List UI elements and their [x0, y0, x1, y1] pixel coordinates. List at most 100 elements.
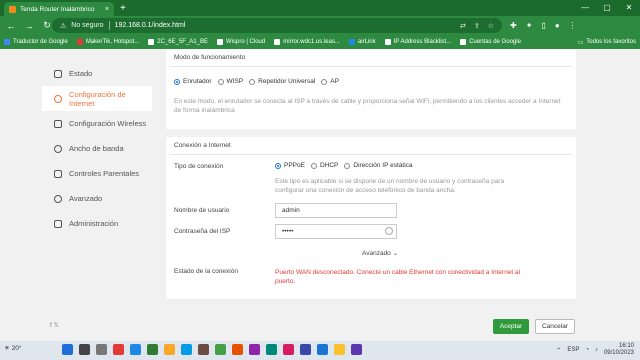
warning-icon: ⚠ — [60, 22, 67, 30]
status-label: Estado de la conexión — [174, 268, 238, 275]
sidebar-item-label: Estado — [69, 69, 93, 78]
radio-option[interactable]: Repetidor Universal — [249, 78, 315, 85]
radio-option[interactable]: AP — [321, 78, 339, 85]
connection-status: Puerto WAN desconectado. Conecte un cabl… — [275, 269, 521, 285]
username-input[interactable]: admin — [275, 203, 397, 218]
sidebar-item[interactable]: Controles Parentales — [42, 161, 152, 186]
status-icon — [54, 69, 62, 78]
bookmark-icon — [76, 39, 83, 45]
bookmark-item[interactable]: mirror.wdc1.us.leas... — [274, 39, 340, 45]
bookmarks-bar: Traductor de Google MakerTik, Hotspot... 2… — [0, 35, 640, 49]
password-input[interactable]: ••••• — [275, 224, 397, 239]
social-links[interactable]: f 𝕏 — [50, 321, 59, 329]
language-indicator[interactable]: ESP — [567, 347, 579, 353]
advanced-label: Avanzado — [362, 250, 391, 257]
extension-icon[interactable]: ✚ — [510, 21, 517, 30]
app-icon[interactable] — [249, 344, 260, 355]
menu-icon[interactable]: ⋮ — [569, 21, 577, 30]
radio-icon — [275, 162, 281, 169]
clock[interactable]: 16:10 09/10/2023 — [604, 343, 634, 357]
app-icon[interactable] — [300, 344, 311, 355]
bookmark-item[interactable]: Cuentas de Google — [460, 39, 521, 45]
app-icon[interactable] — [181, 344, 192, 355]
close-window-icon[interactable]: ✕ — [618, 0, 640, 16]
chevron-up-icon[interactable]: ⌃ — [556, 347, 561, 354]
advanced-toggle[interactable]: Avanzado ⌄ — [362, 249, 398, 257]
radio-icon — [344, 162, 351, 169]
sidebar-item-label: Configuración de Internet — [69, 89, 126, 108]
profile-icon[interactable]: ● — [555, 21, 560, 30]
close-tab-icon[interactable]: × — [105, 6, 109, 13]
bookmark-item[interactable]: MakerTik, Hotspot... — [76, 39, 139, 45]
wifi-icon[interactable]: ◔ — [585, 347, 589, 353]
translate-icon[interactable]: ⇄ — [460, 22, 466, 30]
window-controls: — ▢ ✕ — [574, 0, 640, 16]
show-password-icon[interactable] — [385, 227, 393, 235]
address-bar[interactable]: ⚠ No seguro 192.168.0.1/index.html ⇄ ⇪ ☆ — [52, 18, 502, 33]
bookmark-icon — [274, 39, 281, 45]
sidebar-item[interactable]: Ancho de banda — [42, 136, 152, 161]
new-tab-button[interactable]: + — [120, 3, 126, 14]
app-icon[interactable] — [232, 344, 243, 355]
maximize-icon[interactable]: ▢ — [596, 0, 618, 16]
parental-icon — [54, 169, 62, 178]
radio-option[interactable]: PPPoE — [275, 162, 305, 169]
search-icon[interactable] — [79, 344, 90, 355]
bookmark-item[interactable]: IP Address Blacklist... — [384, 39, 451, 45]
radio-icon — [174, 78, 180, 85]
app-icon[interactable] — [198, 344, 209, 355]
app-icon[interactable] — [351, 344, 362, 355]
bookmark-star-icon[interactable]: ☆ — [488, 22, 494, 30]
minimize-icon[interactable]: — — [574, 0, 596, 16]
bookmark-icon — [460, 39, 467, 45]
all-bookmarks[interactable]: ▭ Todos los favoritos — [578, 35, 636, 49]
radio-option[interactable]: WISP — [217, 78, 243, 85]
url-text[interactable]: 192.168.0.1/index.html — [115, 22, 186, 29]
radio-option[interactable]: Enrutador — [174, 78, 212, 85]
taskview-icon[interactable] — [96, 344, 107, 355]
edge-icon[interactable] — [317, 344, 328, 355]
app-icon[interactable] — [113, 344, 124, 355]
divider — [170, 66, 572, 67]
app-icon[interactable] — [147, 344, 158, 355]
cancel-button[interactable]: Cancelar — [535, 319, 575, 334]
app-icon[interactable] — [266, 344, 277, 355]
clock-date: 09/10/2023 — [603, 350, 634, 356]
start-icon[interactable] — [62, 344, 73, 355]
app-icon[interactable] — [283, 344, 294, 355]
folder-icon[interactable] — [164, 344, 175, 355]
app-icon[interactable] — [215, 344, 226, 355]
conn-type-label: Tipo de conexión — [174, 163, 224, 170]
bookmark-item[interactable]: Traductor de Google — [4, 39, 68, 45]
bookmark-label: Cuentas de Google — [469, 39, 521, 45]
bookmark-item[interactable]: 2C_6E_5F_A1_BE — [148, 39, 208, 45]
back-icon[interactable]: ← — [4, 21, 18, 31]
bookmark-icon — [148, 39, 155, 45]
weather-icon: ☀ — [4, 345, 10, 352]
router-favicon-icon — [9, 5, 16, 13]
radio-option[interactable]: Dirección IP estática — [344, 162, 413, 169]
puzzle-icon[interactable]: ✦ — [526, 21, 533, 30]
sidebar-item-label: Ancho de banda — [69, 144, 124, 153]
radio-option[interactable]: DHCP — [310, 162, 338, 169]
sidebar-item[interactable]: Administración — [42, 211, 152, 236]
sidebar-item[interactable]: Avanzado — [42, 186, 152, 211]
bookmark-item[interactable]: Wispro | Cloud — [216, 39, 265, 45]
bookmark-item[interactable]: airLink — [348, 39, 376, 45]
radio-label: PPPoE — [284, 162, 305, 169]
tab-title: Tenda Router Inalámbrico — [20, 5, 95, 13]
sidebar-item[interactable]: Configuración Wireless — [42, 111, 152, 136]
chrome-icon[interactable] — [334, 344, 345, 355]
sidebar-item-label: Controles Parentales — [69, 169, 140, 178]
bookmark-icon — [348, 39, 355, 45]
sidebar-item[interactable]: Estado — [42, 61, 152, 86]
weather-widget[interactable]: ☀ 20° — [4, 344, 21, 352]
share-icon[interactable]: ⇪ — [474, 22, 480, 30]
forward-icon[interactable]: → — [22, 21, 36, 31]
sidebar-item[interactable]: Configuración de Internet — [42, 86, 152, 111]
app-icon[interactable] — [130, 344, 141, 355]
browser-tab[interactable]: Tenda Router Inalámbrico × — [4, 2, 114, 16]
sidepanel-icon[interactable]: ▯ — [541, 21, 545, 30]
accept-button[interactable]: Aceptar — [493, 319, 529, 334]
volume-icon[interactable]: ♪ — [595, 347, 598, 353]
